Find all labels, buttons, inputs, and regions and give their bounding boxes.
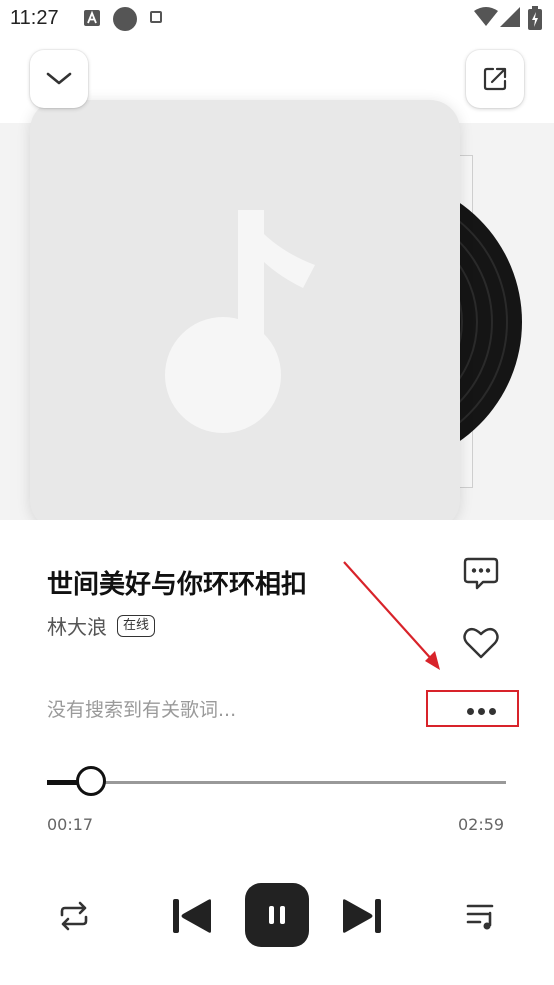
share-icon bbox=[483, 67, 507, 91]
heart-icon bbox=[463, 627, 499, 659]
play-pause-button[interactable] bbox=[245, 883, 309, 947]
previous-button[interactable] bbox=[168, 894, 216, 938]
artist-name[interactable]: 林大浪 bbox=[47, 611, 107, 640]
collapse-button[interactable] bbox=[30, 50, 88, 108]
chevron-down-icon bbox=[46, 72, 72, 85]
repeat-icon bbox=[60, 901, 88, 931]
comment-icon bbox=[463, 557, 499, 590]
song-title: 世间美好与你环环相扣 bbox=[47, 570, 308, 600]
playlist-icon bbox=[466, 904, 494, 930]
status-time: 11:27 bbox=[10, 7, 59, 29]
source-badge: 在线 bbox=[117, 614, 156, 637]
artist-row: 林大浪 在线 bbox=[47, 611, 156, 640]
circle-icon bbox=[113, 7, 137, 31]
signal-icon bbox=[500, 7, 520, 27]
wifi-icon bbox=[474, 7, 498, 26]
annotation-highlight-box bbox=[426, 690, 519, 727]
total-time: 02:59 bbox=[458, 815, 505, 834]
progress-knob[interactable] bbox=[75, 766, 106, 796]
music-note-icon bbox=[165, 210, 315, 433]
progress-track[interactable] bbox=[47, 781, 506, 784]
skip-previous-icon bbox=[173, 899, 211, 933]
current-time: 00:17 bbox=[47, 815, 94, 834]
comment-button[interactable] bbox=[462, 554, 500, 592]
battery-icon bbox=[528, 6, 542, 30]
next-button[interactable] bbox=[338, 894, 386, 938]
repeat-button[interactable] bbox=[54, 898, 94, 934]
accessibility-a-icon bbox=[84, 10, 100, 26]
like-button[interactable] bbox=[462, 624, 500, 662]
share-button[interactable] bbox=[466, 50, 524, 108]
skip-next-icon bbox=[343, 899, 381, 933]
square-icon bbox=[150, 11, 162, 23]
album-cover bbox=[30, 100, 460, 530]
lyrics-placeholder: 没有搜索到有关歌词... bbox=[47, 699, 237, 721]
annotation-arrow bbox=[343, 561, 440, 670]
pause-icon bbox=[269, 906, 285, 924]
playlist-button[interactable] bbox=[465, 898, 499, 934]
